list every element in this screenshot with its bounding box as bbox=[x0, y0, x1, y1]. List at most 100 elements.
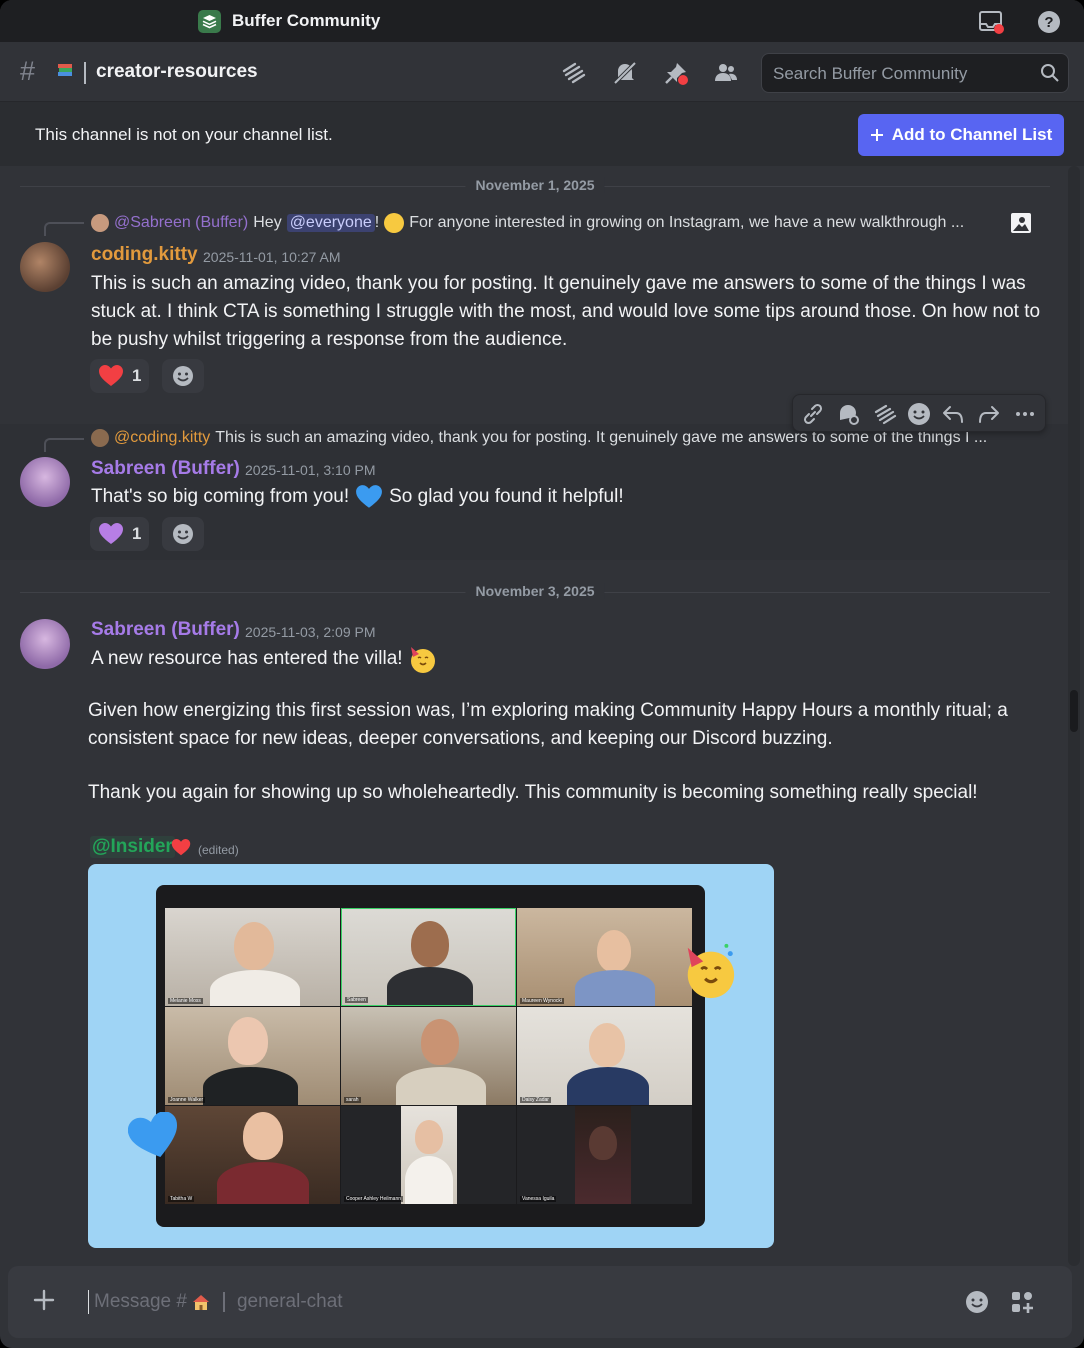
participant-name: Maureen Wynocki bbox=[520, 998, 564, 1004]
emoji-picker-icon[interactable] bbox=[965, 1290, 989, 1314]
date-divider: November 1, 2025 bbox=[20, 177, 1050, 193]
reply-text: For anyone interested in growing on Inst… bbox=[409, 214, 965, 231]
notification-mute-icon[interactable] bbox=[612, 60, 638, 86]
search-placeholder: Search Buffer Community bbox=[773, 64, 968, 83]
add-reaction-button[interactable] bbox=[162, 517, 204, 551]
insider-role-mention[interactable]: @Insider bbox=[90, 836, 175, 858]
reply-preview[interactable]: @Sabreen (Buffer) Hey @everyone! For any… bbox=[91, 213, 964, 233]
reply-avatar bbox=[91, 429, 109, 447]
reply-connector bbox=[44, 222, 84, 236]
blue-heart-icon bbox=[356, 485, 383, 508]
message-paragraph: Thank you again for showing up so wholeh… bbox=[88, 782, 978, 803]
participant-tile: Tabitha W bbox=[165, 1106, 340, 1204]
message-content: A new resource has entered the villa! bbox=[91, 644, 437, 674]
participant-name: sarah bbox=[344, 1097, 361, 1103]
search-icon bbox=[1040, 63, 1060, 88]
message-text-part: So glad you found it helpful! bbox=[389, 486, 624, 507]
participant-name: Melanie Moss bbox=[168, 998, 203, 1004]
inbox-icon[interactable] bbox=[978, 9, 1004, 35]
message-content: This is such an amazing video, thank you… bbox=[91, 273, 1041, 350]
avatar[interactable] bbox=[20, 242, 70, 292]
svg-text:?: ? bbox=[1044, 14, 1053, 31]
participant-name: Cooper Ashley Heilmann bbox=[344, 1196, 404, 1202]
help-icon[interactable]: ? bbox=[1036, 9, 1062, 35]
video-call-screenshot: Melanie Moss Sabreen Maureen Wynocki Joa… bbox=[156, 885, 705, 1227]
add-to-channel-list-label: Add to Channel List bbox=[891, 125, 1053, 144]
participant-name: Tabitha W bbox=[168, 1196, 195, 1202]
title-bar: Buffer Community ? bbox=[0, 0, 1084, 42]
reaction-heart[interactable]: 1 bbox=[90, 359, 150, 393]
reply-icon[interactable] bbox=[941, 402, 965, 426]
add-reaction-icon bbox=[173, 366, 193, 386]
threads-icon[interactable] bbox=[561, 60, 587, 86]
partying-face-icon bbox=[384, 213, 405, 233]
participant-tile: Maureen Wynocki bbox=[517, 908, 692, 1006]
message-input[interactable]: Message # general-chat bbox=[88, 1290, 343, 1314]
channel-notice-bar: This channel is not on your channel list… bbox=[0, 102, 1084, 166]
message-item[interactable]: @Sabreen (Buffer) Hey @everyone! For any… bbox=[0, 200, 1068, 410]
date-divider-text: November 1, 2025 bbox=[465, 177, 605, 193]
participant-tile: Vanessa Iguila bbox=[517, 1106, 692, 1204]
message-placeholder-prefix: Message # bbox=[94, 1291, 187, 1312]
channel-header: # creator-resources Search Buffer Commun… bbox=[0, 42, 1084, 102]
participant-name: Sabreen bbox=[345, 997, 368, 1003]
reply-avatar bbox=[91, 214, 109, 232]
message-timestamp: 2025-11-01, 10:27 AM bbox=[203, 249, 341, 265]
books-icon bbox=[56, 61, 74, 79]
add-reaction-icon bbox=[173, 524, 193, 544]
upload-plus-icon[interactable] bbox=[32, 1288, 56, 1317]
message-composer: Message # general-chat bbox=[8, 1266, 1072, 1338]
add-reaction-icon[interactable] bbox=[907, 402, 931, 426]
participant-tile: sarah bbox=[341, 1007, 516, 1105]
everyone-mention[interactable]: @everyone bbox=[286, 214, 375, 232]
reply-author[interactable]: @Sabreen (Buffer) bbox=[114, 214, 248, 232]
reply-connector bbox=[44, 438, 84, 452]
reply-mention-group: @everyone! bbox=[286, 214, 380, 232]
search-bar[interactable]: Search Buffer Community bbox=[761, 53, 1069, 93]
window-title: Buffer Community bbox=[232, 11, 381, 30]
reaction-count: 1 bbox=[132, 524, 142, 543]
message-author[interactable]: Sabreen (Buffer) bbox=[91, 619, 240, 641]
red-heart-icon bbox=[171, 838, 191, 862]
notice-text: This channel is not on your channel list… bbox=[35, 125, 333, 144]
copy-link-icon[interactable] bbox=[801, 402, 825, 426]
participant-name: Vanessa Iguila bbox=[520, 1196, 557, 1202]
message-author[interactable]: Sabreen (Buffer) bbox=[91, 458, 240, 480]
add-reaction-button[interactable] bbox=[162, 359, 204, 393]
more-options-icon[interactable] bbox=[1013, 402, 1037, 426]
participant-tile: Daisy Zadar bbox=[517, 1007, 692, 1105]
member-list-icon[interactable] bbox=[713, 60, 739, 86]
threads-icon[interactable] bbox=[873, 402, 897, 426]
create-thread-icon[interactable] bbox=[837, 402, 861, 426]
message-author[interactable]: coding.kitty bbox=[91, 244, 198, 266]
add-to-channel-list-button[interactable]: Add to Channel List bbox=[858, 114, 1064, 156]
message-item[interactable]: @coding.kitty This is such an amazing vi… bbox=[0, 424, 1068, 560]
reply-excl: ! bbox=[374, 214, 380, 231]
avatar[interactable] bbox=[20, 619, 70, 669]
discord-window: Buffer Community ? # creator-resources S… bbox=[0, 0, 1084, 1348]
reply-author[interactable]: @coding.kitty bbox=[114, 429, 210, 447]
date-divider-text: November 3, 2025 bbox=[465, 583, 605, 599]
edited-label: (edited) bbox=[198, 843, 239, 857]
house-icon bbox=[192, 1295, 209, 1310]
participant-tile: Sabreen bbox=[341, 908, 516, 1006]
reaction-heart[interactable]: 1 bbox=[90, 517, 150, 551]
pinned-messages-icon[interactable] bbox=[663, 60, 689, 86]
participant-tile: Joanne Walker bbox=[165, 1007, 340, 1105]
image-attachment[interactable]: Melanie Moss Sabreen Maureen Wynocki Joa… bbox=[88, 864, 774, 1248]
message-paragraph: Given how energizing this first session … bbox=[88, 700, 1008, 749]
apps-icon[interactable] bbox=[1010, 1290, 1034, 1314]
placeholder-separator bbox=[222, 1292, 225, 1312]
date-divider: November 3, 2025 bbox=[20, 583, 1050, 599]
partying-face-icon bbox=[410, 647, 435, 673]
avatar[interactable] bbox=[20, 457, 70, 507]
red-heart-icon bbox=[99, 365, 123, 386]
participant-name: Daisy Zadar bbox=[520, 1097, 551, 1103]
message-timestamp: 2025-11-01, 3:10 PM bbox=[245, 462, 376, 478]
channel-name: creator-resources bbox=[96, 61, 258, 82]
scroll-thumb[interactable] bbox=[1070, 690, 1078, 732]
purple-heart-icon bbox=[99, 523, 123, 544]
blue-heart-icon bbox=[127, 1111, 182, 1167]
reaction-count: 1 bbox=[132, 366, 142, 385]
forward-icon[interactable] bbox=[977, 402, 1001, 426]
